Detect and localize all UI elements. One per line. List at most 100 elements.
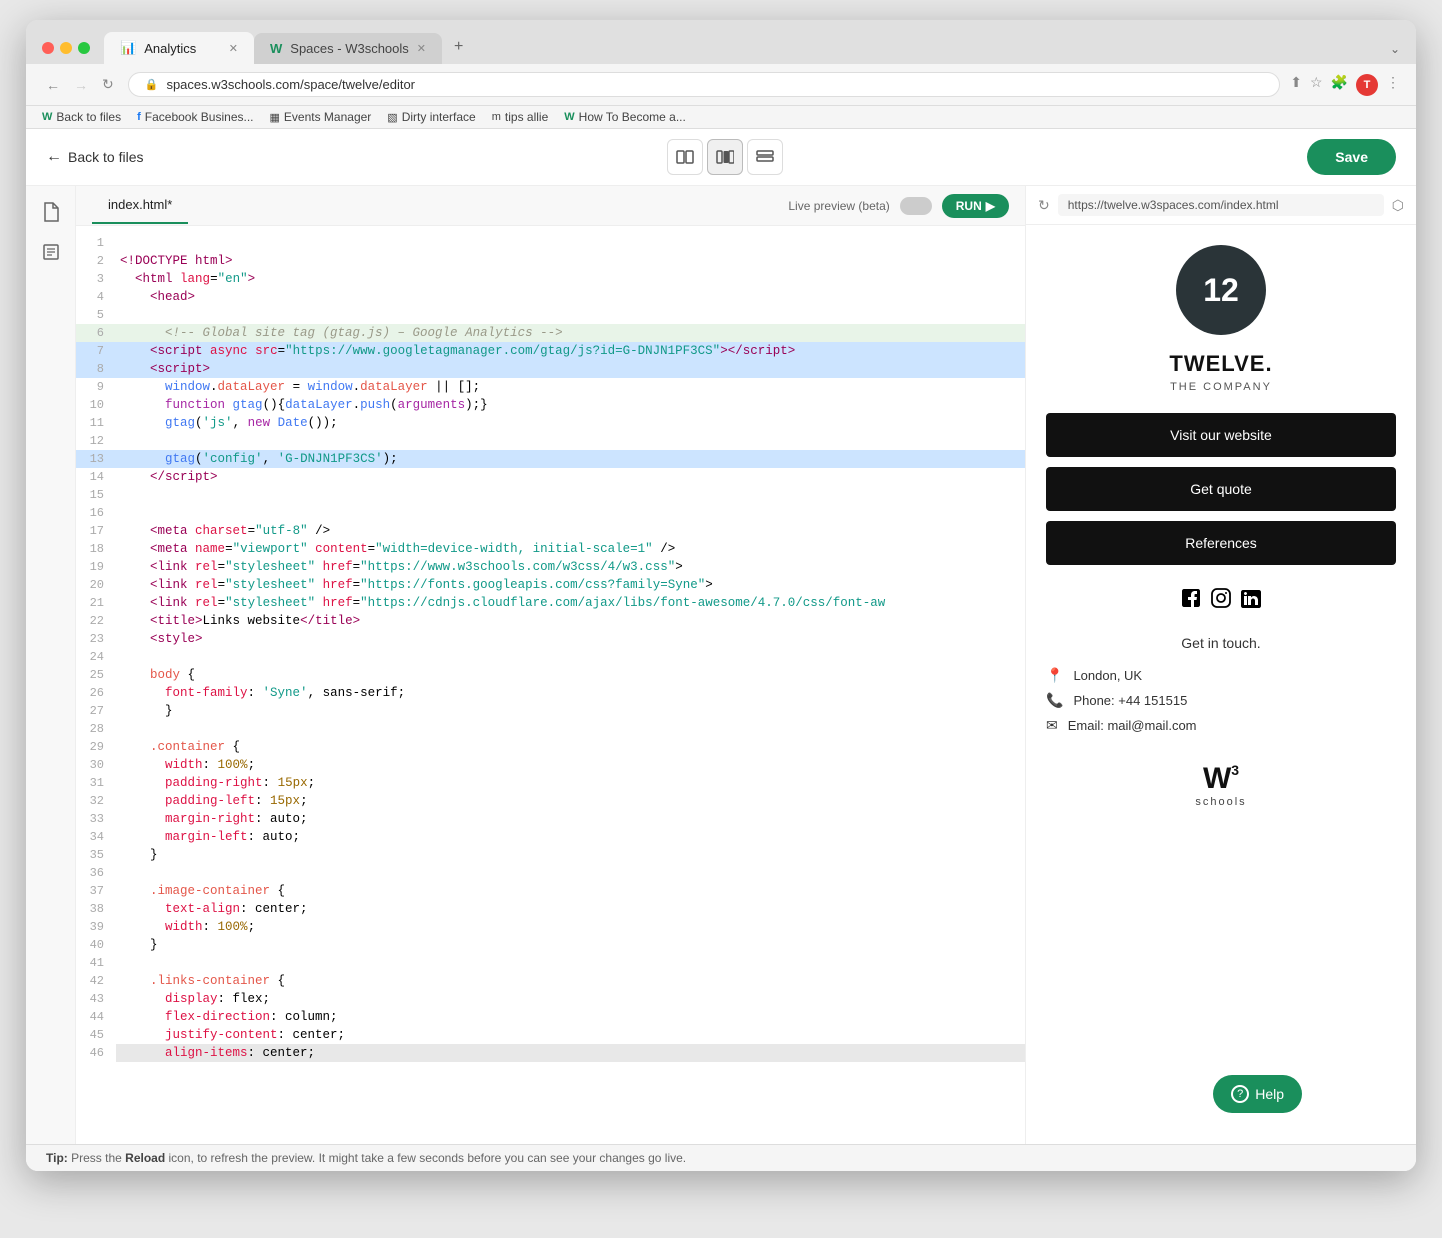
code-line: 40 }: [76, 936, 1025, 954]
live-preview-toggle[interactable]: [900, 197, 932, 215]
menu-icon[interactable]: ⋮: [1386, 74, 1400, 96]
w3schools-tab-close[interactable]: ✕: [417, 42, 426, 55]
layout-left-button[interactable]: [667, 139, 703, 175]
layout-toggles: [667, 139, 783, 175]
code-line: 14 </script>: [76, 468, 1025, 486]
tab-analytics[interactable]: 📊 Analytics ✕: [104, 32, 254, 64]
code-line: 27 }: [76, 702, 1025, 720]
run-label: RUN: [956, 199, 982, 213]
tips-label: tips allie: [505, 110, 548, 124]
bookmark-howto[interactable]: W How To Become a...: [564, 110, 686, 124]
tab-w3schools[interactable]: W Spaces - W3schools ✕: [254, 33, 442, 64]
refresh-nav-button[interactable]: ↻: [98, 74, 118, 95]
preview-get-quote-button[interactable]: Get quote: [1046, 467, 1396, 511]
close-button[interactable]: [42, 42, 54, 54]
bookmark-icon[interactable]: ☆: [1310, 74, 1323, 96]
code-tab-right: Live preview (beta) RUN ▶: [788, 194, 1009, 218]
linkedin-social-icon[interactable]: [1240, 587, 1262, 615]
bookmarks-bar: W Back to files f Facebook Busines... ▦ …: [26, 106, 1416, 129]
code-line: 37 .image-container {: [76, 882, 1025, 900]
bookmark-events[interactable]: ▦ Events Manager: [270, 110, 372, 124]
back-to-files-button[interactable]: ← Back to files: [46, 148, 143, 166]
preview-logo-number: 12: [1203, 272, 1239, 309]
help-label: Help: [1255, 1086, 1284, 1102]
run-arrow-icon: ▶: [986, 199, 995, 213]
code-tab-bar: index.html* Live preview (beta) RUN ▶: [76, 186, 1025, 226]
sidebar-pages-icon[interactable]: [35, 236, 67, 268]
code-line: 44 flex-direction: column;: [76, 1008, 1025, 1026]
preview-refresh-button[interactable]: ↻: [1038, 197, 1050, 214]
share-icon[interactable]: ⬆: [1290, 74, 1302, 96]
layout-right-icon: [756, 150, 774, 164]
howto-bookmark-icon: W: [564, 111, 574, 123]
url-bar[interactable]: 🔒 spaces.w3schools.com/space/twelve/edit…: [128, 72, 1281, 97]
code-line: 28: [76, 720, 1025, 738]
user-avatar[interactable]: T: [1356, 74, 1378, 96]
events-bookmark-icon: ▦: [270, 111, 280, 124]
layout-left-icon: [676, 150, 694, 164]
bookmark-w3-back[interactable]: W Back to files: [42, 110, 121, 124]
phone-icon: 📞: [1046, 692, 1063, 709]
dirty-bookmark-icon: ▧: [387, 111, 397, 124]
code-line: 3 <html lang="en">: [76, 270, 1025, 288]
layout-center-button[interactable]: [707, 139, 743, 175]
index-html-tab[interactable]: index.html*: [92, 187, 188, 224]
preview-open-button[interactable]: ⬡: [1392, 197, 1404, 214]
code-line: 30 width: 100%;: [76, 756, 1025, 774]
new-tab-button[interactable]: +: [442, 30, 475, 64]
help-button[interactable]: ? Help: [1213, 1075, 1302, 1113]
main-content: ← Back to files: [26, 129, 1416, 1171]
bookmark-facebook[interactable]: f Facebook Busines...: [137, 110, 253, 124]
tabs-bar: 📊 Analytics ✕ W Spaces - W3schools ✕ + ⌄: [104, 30, 1400, 64]
bookmark-dirty[interactable]: ▧ Dirty interface: [387, 110, 475, 124]
run-button[interactable]: RUN ▶: [942, 194, 1009, 218]
lock-icon: 🔒: [145, 78, 159, 91]
code-editor[interactable]: 1 2 <!DOCTYPE html> 3 <html lang="en"> 4…: [76, 226, 1025, 1144]
preview-visit-website-button[interactable]: Visit our website: [1046, 413, 1396, 457]
preview-address-bar: ↻ https://twelve.w3spaces.com/index.html…: [1026, 186, 1416, 225]
preview-email-text: Email: mail@mail.com: [1068, 718, 1197, 733]
back-nav-button[interactable]: ←: [42, 74, 64, 95]
maximize-button[interactable]: [78, 42, 90, 54]
help-icon: ?: [1231, 1085, 1249, 1103]
analytics-tab-label: Analytics: [144, 41, 196, 56]
bookmark-tips[interactable]: m tips allie: [492, 110, 549, 124]
traffic-lights: [42, 42, 90, 64]
code-line: 10 function gtag(){dataLayer.push(argume…: [76, 396, 1025, 414]
analytics-tab-close[interactable]: ✕: [229, 42, 238, 55]
code-line: 8 <script>: [76, 360, 1025, 378]
extensions-icon[interactable]: 🧩: [1331, 74, 1348, 96]
w3-back-label: Back to files: [56, 110, 121, 124]
back-to-files-label: Back to files: [68, 149, 143, 165]
editor-toolbar: ← Back to files: [26, 129, 1416, 186]
back-arrow-icon: ←: [46, 148, 62, 166]
minimize-button[interactable]: [60, 42, 72, 54]
facebook-social-icon[interactable]: [1180, 587, 1202, 615]
tabs-arrow[interactable]: ⌄: [1390, 42, 1400, 64]
forward-nav-button[interactable]: →: [70, 74, 92, 95]
save-button[interactable]: Save: [1307, 139, 1396, 175]
code-line: 25 body {: [76, 666, 1025, 684]
preview-url-text: https://twelve.w3spaces.com/index.html: [1068, 198, 1279, 212]
sidebar-icons: [26, 186, 76, 1144]
preview-url-bar[interactable]: https://twelve.w3spaces.com/index.html: [1058, 194, 1384, 216]
code-line: 33 margin-right: auto;: [76, 810, 1025, 828]
address-actions: ⬆ ☆ 🧩 T ⋮: [1290, 74, 1400, 96]
preview-references-button[interactable]: References: [1046, 521, 1396, 565]
code-line: 7 <script async src="https://www.googlet…: [76, 342, 1025, 360]
code-line: 42 .links-container {: [76, 972, 1025, 990]
code-line: 5: [76, 306, 1025, 324]
layout-right-button[interactable]: [747, 139, 783, 175]
code-line: 9 window.dataLayer = window.dataLayer ||…: [76, 378, 1025, 396]
code-line: 39 width: 100%;: [76, 918, 1025, 936]
preview-get-touch: Get in touch.: [1181, 635, 1260, 651]
code-line: 6 <!-- Global site tag (gtag.js) – Googl…: [76, 324, 1025, 342]
w3-bookmark-icon: W: [42, 111, 52, 123]
howto-label: How To Become a...: [579, 110, 686, 124]
code-line: 24: [76, 648, 1025, 666]
instagram-social-icon[interactable]: [1210, 587, 1232, 615]
events-label: Events Manager: [284, 110, 371, 124]
preview-site-logo: 12: [1176, 245, 1266, 335]
sidebar-file-icon[interactable]: [35, 196, 67, 228]
code-panel: index.html* Live preview (beta) RUN ▶: [76, 186, 1026, 1144]
